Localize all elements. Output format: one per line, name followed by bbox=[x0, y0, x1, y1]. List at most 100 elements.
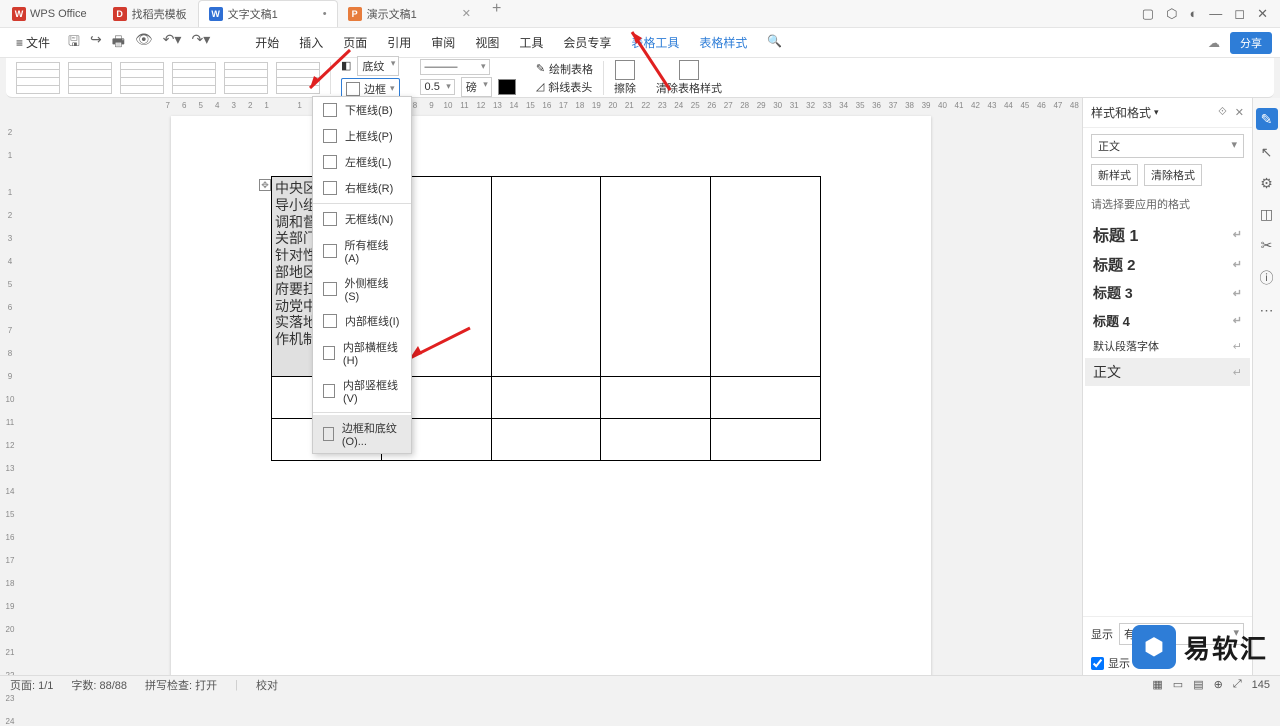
cloud-icon[interactable]: ☁ bbox=[1208, 36, 1220, 50]
zoom-value[interactable]: 145 bbox=[1252, 679, 1270, 691]
reading-mode-icon[interactable]: ▭ bbox=[1173, 678, 1183, 691]
border-menu-item[interactable]: 右框线(R) bbox=[313, 175, 411, 201]
share-button[interactable]: 分享 bbox=[1230, 32, 1272, 54]
color-picker[interactable] bbox=[498, 79, 516, 95]
preview-icon[interactable]: 👁 bbox=[135, 31, 153, 55]
window-controls: ▢ ⬡ ◐ — ◻ ✕ bbox=[1142, 6, 1276, 22]
page-indicator[interactable]: 页面: 1/1 bbox=[10, 677, 53, 693]
undo-icon[interactable]: ↶▾ bbox=[163, 31, 182, 55]
word-count[interactable]: 字数: 88/88 bbox=[71, 677, 127, 693]
workspace: 2112345678910111213141516171819202122232… bbox=[0, 98, 1280, 675]
page-area[interactable]: 7654321123456789101112131415161718192021… bbox=[20, 98, 1082, 675]
border-menu-item[interactable]: 内部横框线(H) bbox=[313, 334, 411, 372]
side-toolbar: ✎ ↖ ⚙ ◫ ✂ ⓘ ⋯ bbox=[1252, 98, 1280, 675]
layers-icon[interactable]: ◫ bbox=[1260, 206, 1273, 223]
current-style-select[interactable]: 正文 bbox=[1091, 134, 1244, 158]
chevron-down-icon[interactable]: ▾ bbox=[390, 83, 395, 94]
menu-view[interactable]: 视图 bbox=[465, 28, 509, 57]
border-menu-item[interactable]: 上框线(P) bbox=[313, 123, 411, 149]
annotation-arrow bbox=[290, 40, 360, 100]
tab-dirty: • bbox=[323, 8, 327, 20]
outline-mode-icon[interactable]: ⊕ bbox=[1214, 678, 1223, 691]
style-list-item[interactable]: 正文↵ bbox=[1085, 358, 1250, 386]
tab-label: 演示文稿1 bbox=[367, 6, 417, 22]
file-menu[interactable]: ≡ 文件 bbox=[8, 31, 58, 54]
pencil-icon: ✎ bbox=[536, 62, 545, 75]
line-style-dropdown[interactable]: ——— bbox=[420, 59, 490, 75]
chevron-down-icon[interactable]: ▾ bbox=[1154, 107, 1159, 118]
wps-icon: W bbox=[12, 7, 26, 21]
hamburger-icon: ≡ bbox=[16, 36, 23, 50]
line-width-dropdown[interactable]: 0.5 bbox=[420, 79, 455, 95]
tab-add[interactable]: + bbox=[482, 0, 511, 27]
document-tabs: D 找稻壳模板 W 文字文稿1 • P 演示文稿1 ✕ + bbox=[103, 0, 512, 27]
print-icon[interactable]: 🖶 bbox=[112, 31, 125, 55]
menu-reference[interactable]: 引用 bbox=[377, 28, 421, 57]
tab-presentation[interactable]: P 演示文稿1 ✕ bbox=[338, 0, 482, 27]
menu-start[interactable]: 开始 bbox=[245, 28, 289, 57]
shading-dropdown[interactable]: 底纹 bbox=[357, 56, 399, 76]
style-list-item[interactable]: 标题 2↵ bbox=[1085, 250, 1250, 279]
border-menu-item[interactable]: 下框线(B) bbox=[313, 97, 411, 123]
document-page[interactable]: ✥ 中央区导小组调和督关部门针对性部地区府要扛动党中实落地作机制 bbox=[171, 116, 931, 675]
tab-document[interactable]: W 文字文稿1 • bbox=[198, 0, 338, 27]
window-minimize-icon[interactable]: — bbox=[1209, 6, 1222, 22]
show-label: 显示 bbox=[1091, 626, 1113, 642]
window-hex-icon[interactable]: ⬡ bbox=[1166, 6, 1177, 22]
menu-table-style[interactable]: 表格样式 bbox=[689, 28, 757, 57]
border-menu-item[interactable]: 所有框线(A) bbox=[313, 232, 411, 270]
style-list-item[interactable]: 默认段落字体↵ bbox=[1085, 334, 1250, 358]
new-style-button[interactable]: 新样式 bbox=[1091, 164, 1138, 186]
menu-member[interactable]: 会员专享 bbox=[553, 28, 621, 57]
more-icon[interactable]: ⋯ bbox=[1260, 302, 1274, 319]
app-name: WPS Office bbox=[30, 8, 87, 20]
app-logo: W WPS Office bbox=[4, 7, 95, 21]
menu-tools[interactable]: 工具 bbox=[509, 28, 553, 57]
style-list-item[interactable]: 标题 3↵ bbox=[1085, 279, 1250, 307]
diagonal-header-button[interactable]: ◿斜线表头 bbox=[536, 79, 593, 95]
adjust-icon[interactable]: ✂ bbox=[1261, 237, 1273, 254]
zoom-fit-icon[interactable]: ⤢ bbox=[1233, 678, 1242, 691]
proofing[interactable]: 校对 bbox=[256, 677, 278, 693]
line-unit-dropdown[interactable]: 磅 bbox=[461, 77, 492, 97]
window-maximize-icon[interactable]: ◻ bbox=[1234, 6, 1245, 22]
tab-icon: P bbox=[348, 7, 362, 21]
menu-search-icon[interactable]: 🔍 bbox=[757, 28, 792, 57]
tab-icon: W bbox=[209, 7, 223, 21]
window-close-icon[interactable]: ✕ bbox=[1257, 6, 1268, 22]
border-label[interactable]: 边框 bbox=[364, 81, 386, 97]
web-mode-icon[interactable]: ▤ bbox=[1193, 678, 1203, 691]
tab-close[interactable]: ✕ bbox=[462, 7, 471, 20]
clear-format-button[interactable]: 清除格式 bbox=[1144, 164, 1202, 186]
border-menu-item[interactable]: 无框线(N) bbox=[313, 206, 411, 232]
border-menu-item[interactable]: 边框和底纹(O)... bbox=[313, 415, 411, 453]
border-menu-item[interactable]: 内部竖框线(V) bbox=[313, 372, 411, 410]
window-compact-icon[interactable]: ▢ bbox=[1142, 6, 1154, 22]
pin-icon[interactable]: ⟐ bbox=[1218, 106, 1227, 119]
info-icon[interactable]: ⓘ bbox=[1260, 268, 1274, 288]
table-move-handle[interactable]: ✥ bbox=[259, 179, 271, 191]
style-list-item[interactable]: 标题 1↵ bbox=[1085, 218, 1250, 250]
export-icon[interactable]: ↪ bbox=[90, 31, 102, 55]
menu-right: ☁ 分享 bbox=[1208, 32, 1272, 54]
border-menu-item[interactable]: 内部框线(I) bbox=[313, 308, 411, 334]
table-style-gallery[interactable] bbox=[16, 62, 331, 94]
menu-review[interactable]: 审阅 bbox=[421, 28, 465, 57]
view-mode-icon[interactable]: ▦ bbox=[1152, 678, 1162, 691]
window-user-icon[interactable]: ◐ bbox=[1189, 6, 1197, 22]
draw-table-button[interactable]: ✎绘制表格 bbox=[536, 61, 593, 77]
spell-check[interactable]: 拼写检查: 打开 bbox=[145, 677, 217, 693]
border-menu-item[interactable]: 外侧框线(S) bbox=[313, 270, 411, 308]
close-icon[interactable]: ✕ bbox=[1235, 106, 1244, 119]
style-panel-title: 样式和格式 bbox=[1091, 104, 1151, 121]
show-preview-checkbox[interactable] bbox=[1091, 657, 1104, 670]
select-tool-icon[interactable]: ↖ bbox=[1261, 144, 1273, 161]
tab-templates[interactable]: D 找稻壳模板 bbox=[103, 0, 198, 27]
border-menu-item[interactable]: 左框线(L) bbox=[313, 149, 411, 175]
save-icon[interactable]: 🖫 bbox=[68, 31, 80, 55]
horizontal-ruler: 7654321123456789101112131415161718192021… bbox=[20, 98, 1082, 112]
style-list-item[interactable]: 标题 4↵ bbox=[1085, 307, 1250, 334]
settings-icon[interactable]: ⚙ bbox=[1260, 175, 1273, 192]
redo-icon[interactable]: ↷▾ bbox=[191, 31, 210, 55]
style-tool-icon[interactable]: ✎ bbox=[1256, 108, 1278, 130]
